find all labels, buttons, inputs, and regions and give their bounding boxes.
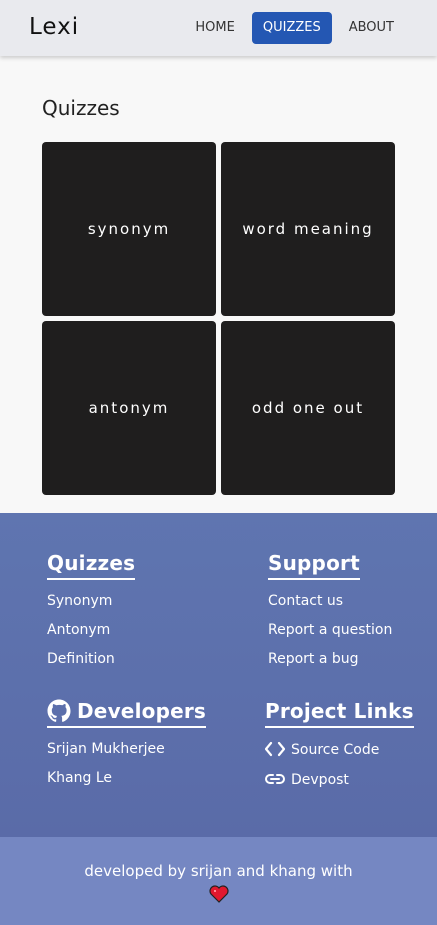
brand-logo[interactable]: Lexi	[29, 14, 79, 40]
footer-link-contact[interactable]: Contact us	[268, 593, 392, 609]
link-icon	[265, 774, 285, 784]
footer-support-heading: Support	[268, 551, 360, 580]
quiz-card-label: odd one out	[251, 399, 365, 417]
footer-quizzes-section: Quizzes Synonym Antonym Definition	[47, 551, 136, 667]
quiz-card-label: synonym	[87, 220, 171, 238]
code-icon	[265, 741, 285, 757]
nav-home[interactable]: HOME	[184, 12, 245, 44]
footer-project-section: Project Links Source Code Devpost	[265, 699, 414, 788]
footer-link-source-code-label: Source Code	[291, 742, 380, 758]
quiz-card-word-meaning[interactable]: word meaning	[221, 142, 395, 316]
footer-link-report-bug[interactable]: Report a bug	[268, 651, 392, 667]
footer-project-heading: Project Links	[265, 699, 414, 728]
footer-link-synonym[interactable]: Synonym	[47, 593, 135, 609]
footer-quizzes-heading: Quizzes	[47, 551, 136, 580]
footer-link-definition[interactable]: Definition	[47, 651, 135, 667]
footer-link-devpost[interactable]: Devpost	[265, 771, 414, 788]
footer-link-report-question[interactable]: Report a question	[268, 622, 392, 638]
footer-link-devpost-label: Devpost	[291, 772, 349, 788]
footer-developers-section: Developers Srijan Mukherjee Khang Le	[47, 699, 207, 786]
footer-developers-heading-label: Developers	[77, 699, 207, 723]
main-content: Quizzes synonym word meaning antonym odd…	[0, 56, 437, 513]
quiz-card-label: antonym	[88, 399, 170, 417]
footer: Quizzes Synonym Antonym Definition Suppo…	[0, 513, 437, 837]
footer-developers-heading: Developers	[47, 699, 207, 728]
quiz-card-odd-one-out[interactable]: odd one out	[221, 321, 395, 495]
footer-link-srijan[interactable]: Srijan Mukherjee	[47, 741, 206, 757]
footer-link-antonym[interactable]: Antonym	[47, 622, 135, 638]
nav-quizzes[interactable]: QUIZZES	[251, 12, 332, 44]
main-nav: HOME QUIZZES ABOUT	[184, 12, 405, 44]
quiz-card-antonym[interactable]: antonym	[42, 321, 216, 495]
footer-support-section: Support Contact us Report a question Rep…	[268, 551, 392, 667]
quiz-grid: synonym word meaning antonym odd one out	[42, 142, 395, 495]
quiz-card-synonym[interactable]: synonym	[42, 142, 216, 316]
heart-icon	[208, 885, 229, 903]
navbar: Lexi HOME QUIZZES ABOUT	[0, 0, 437, 56]
nav-about[interactable]: ABOUT	[338, 12, 405, 44]
credit-bar: developed by srijan and khang with	[0, 837, 437, 925]
github-icon	[47, 699, 71, 722]
page-title: Quizzes	[42, 96, 120, 120]
footer-link-source-code[interactable]: Source Code	[265, 741, 414, 758]
footer-link-khang[interactable]: Khang Le	[47, 770, 206, 786]
credit-text: developed by srijan and khang with	[84, 862, 353, 880]
quiz-card-label: word meaning	[242, 220, 374, 238]
